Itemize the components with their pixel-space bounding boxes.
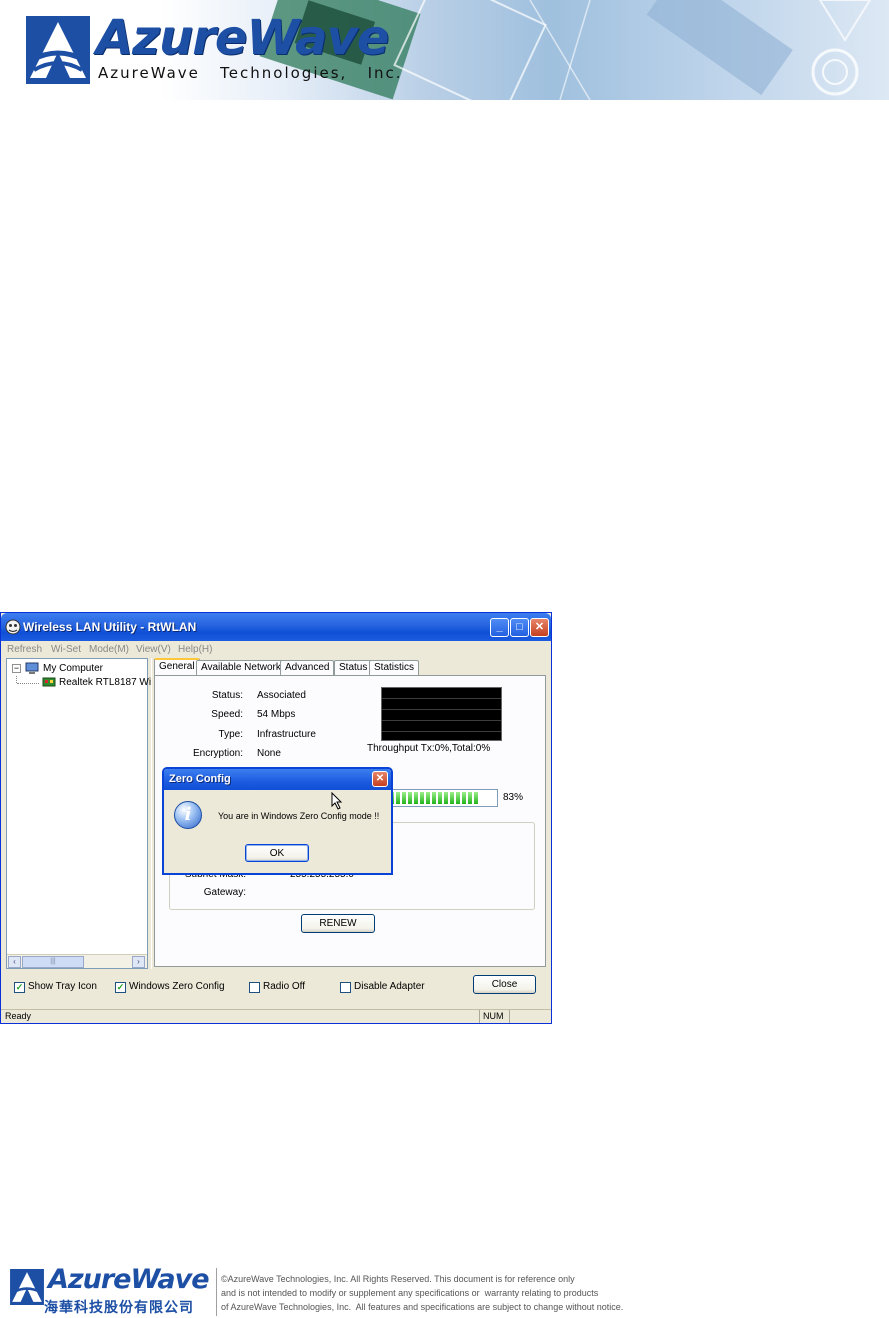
encryption-value: None (257, 748, 281, 759)
chevron-left-icon: ‹ (13, 957, 16, 966)
tree-label-my-computer: My Computer (43, 663, 104, 674)
dialog-title: Zero Config (169, 773, 231, 785)
gateway-label: Gateway: (203, 887, 246, 898)
mouse-cursor-icon (331, 792, 343, 810)
radio-off-label: Radio Off (263, 981, 306, 992)
signal-strength-bar (387, 789, 498, 807)
signal-segment (438, 792, 442, 804)
checkmark-icon: ✓ (116, 982, 125, 992)
maximize-button[interactable]: □ (510, 618, 529, 637)
footer-line-1: ©AzureWave Technologies, Inc. All Rights… (221, 1274, 575, 1284)
tab-status[interactable]: Status (334, 660, 373, 675)
status-label: Status: (211, 690, 243, 701)
scroll-thumb[interactable]: ||| (22, 956, 84, 968)
dialog-message: You are in Windows Zero Config mode !! (218, 811, 380, 821)
throughput-text: Throughput Tx:0%,Total:0% (367, 743, 491, 754)
tab-statistics[interactable]: Statistics (369, 660, 420, 675)
tree-horizontal-scrollbar[interactable]: ‹ ||| › (7, 954, 147, 968)
scroll-right-button[interactable]: › (132, 956, 145, 968)
window-titlebar[interactable]: Wireless LAN Utility - RtWLAN _ □ ✕ (1, 613, 551, 641)
footer-logo-chinese: 海華科技股份有限公司 (44, 1300, 194, 1316)
footer-line-3: of AzureWave Technologies, Inc. All feat… (221, 1302, 624, 1312)
type-label: Type: (218, 729, 243, 740)
tree-label-adapter: Realtek RTL8187 Wir (59, 677, 155, 688)
window-title: Wireless LAN Utility - RtWLAN (23, 620, 197, 634)
dialog-close-button[interactable]: ✕ (372, 771, 388, 787)
footer-line-2: and is not intended to modify or supplem… (221, 1288, 599, 1298)
menu-mode[interactable]: Mode(M) (89, 644, 129, 655)
minimize-button[interactable]: _ (490, 618, 509, 637)
dialog-titlebar[interactable]: Zero Config ✕ (164, 769, 391, 790)
signal-segment (420, 792, 424, 804)
status-bar-num: NUM (479, 1010, 507, 1023)
zero-config-dialog: Zero Config ✕ i You are in Windows Zero … (162, 767, 393, 875)
signal-segment (408, 792, 412, 804)
network-adapter-icon (42, 677, 56, 687)
menu-view[interactable]: View(V) (136, 644, 171, 655)
chevron-right-icon: › (137, 957, 140, 966)
radio-off-checkbox[interactable] (249, 982, 260, 993)
signal-segment (414, 792, 418, 804)
signal-segment (468, 792, 472, 804)
tab-available-network[interactable]: Available Network (196, 660, 286, 675)
menu-help[interactable]: Help(H) (178, 644, 212, 655)
signal-segment (456, 792, 460, 804)
close-icon: ✕ (534, 621, 545, 633)
renew-button[interactable]: RENEW (301, 914, 375, 933)
close-icon: ✕ (375, 773, 385, 784)
show-tray-icon-checkbox[interactable]: ✓ (14, 982, 25, 993)
menu-wi-set[interactable]: Wi-Set (51, 644, 81, 655)
computer-icon (25, 662, 39, 674)
header-logo-subtitle: AzureWave Technologies, Inc. (98, 64, 403, 82)
show-tray-icon-label: Show Tray Icon (28, 981, 97, 992)
azurewave-logo-mark (26, 16, 90, 84)
status-bar-text: Ready (5, 1011, 32, 1021)
info-icon: i (174, 801, 202, 829)
header-logo-text: AzureWave (96, 10, 389, 66)
adapter-tree[interactable]: − My Computer Realtek RTL8187 Wir ‹ ||| … (6, 658, 154, 969)
menu-bar: Refresh Wi-Set Mode(M) View(V) Help(H) (1, 641, 551, 658)
wlan-app-icon (5, 619, 21, 635)
window-close-button[interactable]: ✕ (530, 618, 549, 637)
tab-general[interactable]: General (154, 658, 200, 675)
maximize-icon: □ (516, 621, 523, 633)
tab-advanced[interactable]: Advanced (280, 660, 335, 675)
grip-icon: ||| (50, 958, 56, 965)
signal-strength-fill (390, 792, 478, 804)
header-banner: AzureWave AzureWave Technologies, Inc. (0, 0, 889, 100)
speed-value: 54 Mbps (257, 709, 296, 720)
footer-logo-text: AzureWave (48, 1264, 210, 1295)
signal-segment (402, 792, 406, 804)
signal-segment (396, 792, 400, 804)
collapse-icon[interactable]: − (12, 664, 21, 673)
signal-segment (462, 792, 466, 804)
close-button[interactable]: Close (473, 975, 536, 994)
scroll-left-button[interactable]: ‹ (8, 956, 21, 968)
signal-segment (426, 792, 430, 804)
signal-strength-percent: 83% (503, 792, 524, 803)
wireless-lan-utility-window: Wireless LAN Utility - RtWLAN _ □ ✕ Refr… (0, 612, 552, 1024)
footer-disclaimer: ©AzureWave Technologies, Inc. All Rights… (221, 1272, 881, 1314)
signal-segment (450, 792, 454, 804)
footer-divider (216, 1268, 217, 1316)
dialog-ok-button[interactable]: OK (245, 844, 309, 862)
disable-adapter-checkbox[interactable] (340, 982, 351, 993)
signal-segment (444, 792, 448, 804)
minimize-icon: _ (496, 621, 503, 633)
speed-label: Speed: (211, 709, 243, 720)
checkmark-icon: ✓ (15, 982, 24, 992)
encryption-label: Encryption: (192, 748, 243, 759)
disable-adapter-label: Disable Adapter (354, 981, 425, 992)
throughput-graph (381, 687, 502, 741)
footer-logo-mark (10, 1269, 44, 1305)
signal-segment (474, 792, 478, 804)
windows-zero-config-label: Windows Zero Config (129, 981, 225, 992)
status-bar-grip (509, 1010, 539, 1023)
signal-segment (432, 792, 436, 804)
windows-zero-config-checkbox[interactable]: ✓ (115, 982, 126, 993)
menu-refresh[interactable]: Refresh (7, 644, 42, 655)
status-value: Associated (257, 690, 306, 701)
status-bar: Ready NUM (1, 1009, 551, 1023)
type-value: Infrastructure (257, 729, 316, 740)
